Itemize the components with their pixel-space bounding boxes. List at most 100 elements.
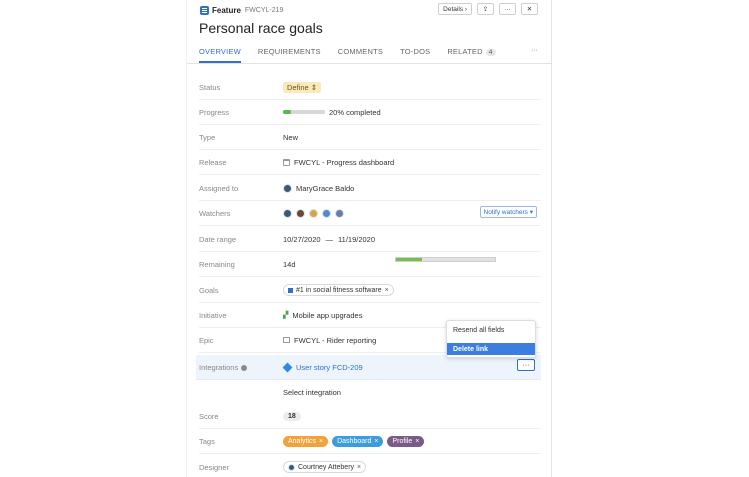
notify-watchers-button[interactable]: Notify watchers ▾ [479, 206, 537, 218]
field-release: Release FWCYL - Progress dashboard [199, 150, 541, 175]
close-icon: ✕ [526, 6, 533, 13]
ellipsis-icon: ··· [504, 5, 511, 13]
feature-icon [200, 5, 209, 15]
remaining-value: 14d [283, 259, 296, 269]
tab-label: TO-DOS [400, 47, 431, 56]
gear-icon[interactable] [241, 365, 248, 371]
avatar [283, 208, 292, 218]
integration-more-button[interactable]: ··· [517, 359, 535, 371]
avatar [296, 208, 305, 218]
date-separator: — [325, 234, 334, 244]
tag-chip[interactable]: Profile × [387, 435, 425, 447]
field-tags: Tags Analytics × Dashboard × Profile × [199, 429, 541, 454]
field-watchers: Watchers Notify watchers ▾ [199, 201, 541, 226]
progress-bar[interactable] [283, 110, 325, 114]
avatar [288, 463, 295, 471]
remove-tag-icon[interactable]: × [374, 438, 378, 445]
record-reference[interactable]: FWCYL-219 [245, 7, 284, 14]
start-date[interactable]: 10/27/2020 [283, 235, 321, 244]
field-designer: Designer Courtney Attebery × [199, 455, 541, 477]
type-value[interactable]: New [283, 130, 298, 144]
tag-chip[interactable]: Dashboard × [332, 435, 384, 447]
share-button[interactable]: ⇪ [477, 3, 494, 15]
release-value[interactable]: FWCYL - Progress dashboard [294, 158, 394, 167]
tab-label: REQUIREMENTS [257, 47, 321, 56]
avatar [309, 208, 318, 218]
header-actions: Details › ⇪ ··· ✕ [438, 3, 538, 15]
menu-item-resend-all-fields[interactable]: Resend all fields [447, 324, 535, 336]
field-label: Initiative [199, 311, 227, 320]
remove-designer-icon[interactable]: × [357, 464, 361, 471]
field-label: Release [199, 158, 227, 167]
tag-label: Analytics [288, 437, 317, 445]
tab-divider [187, 63, 551, 64]
field-select-integration: Select integration [199, 380, 541, 405]
progress-text: 20% completed [329, 107, 381, 117]
record-type-label: Feature [212, 5, 241, 15]
assignee-value[interactable]: MaryGrace Baldo [296, 184, 354, 193]
initiative-icon: ▞ [283, 312, 289, 319]
remove-tag-icon[interactable]: × [415, 438, 419, 445]
field-assigned-to: Assigned to MaryGrace Baldo [199, 176, 541, 201]
field-label: Integrations [199, 363, 248, 372]
more-button[interactable]: ··· [499, 3, 516, 15]
field-remaining: Remaining 14d [199, 252, 541, 277]
field-label: Epic [199, 336, 214, 345]
score-value[interactable]: 18 [283, 411, 301, 421]
goal-chip-label: #1 in social fitness software [296, 286, 382, 294]
share-icon: ⇪ [482, 6, 489, 13]
field-label: Type [199, 133, 216, 142]
page-title[interactable]: Personal race goals [199, 20, 323, 36]
calendar-icon [283, 158, 290, 166]
end-date[interactable]: 11/19/2020 [338, 235, 375, 244]
tabs-more-button[interactable]: ··· [531, 47, 538, 54]
field-label: Progress [199, 108, 230, 117]
field-date-range: Date range 10/27/2020 — 11/19/2020 [199, 227, 541, 252]
menu-item-delete-link[interactable]: Delete link [447, 343, 535, 355]
remaining-bar [395, 257, 496, 262]
field-score: Score 18 [199, 404, 541, 429]
tab-label: OVERVIEW [199, 47, 241, 56]
field-progress: Progress 20% completed [199, 100, 541, 125]
tag-label: Dashboard [337, 437, 372, 445]
tab-overview[interactable]: OVERVIEW [199, 45, 241, 63]
field-integrations: Integrations User story FCD-209 ··· [196, 355, 541, 380]
field-label: Score [199, 412, 219, 421]
details-button[interactable]: Details › [438, 3, 472, 15]
integration-context-menu: Resend all fields Delete link [446, 320, 536, 358]
remove-tag-icon[interactable]: × [319, 438, 323, 445]
select-integration-input[interactable]: Select integration [283, 385, 341, 399]
field-label: Watchers [199, 209, 231, 218]
field-status: Status Define ⇕ [199, 75, 541, 100]
goal-chip[interactable]: #1 in social fitness software × [283, 284, 394, 296]
field-label: Status [199, 83, 221, 92]
field-label: Designer [199, 463, 230, 472]
remaining-bar-fill [396, 258, 422, 261]
tag-chip[interactable]: Analytics × [283, 435, 329, 447]
tab-comments[interactable]: COMMENTS [338, 45, 383, 63]
remove-goal-icon[interactable]: × [385, 287, 389, 294]
close-button[interactable]: ✕ [521, 3, 538, 15]
initiative-value[interactable]: Mobile app upgrades [292, 311, 362, 320]
field-label: Tags [199, 437, 215, 446]
integrations-label: Integrations [199, 363, 239, 372]
tag-label: Profile [392, 437, 413, 445]
status-select[interactable]: Define ⇕ [283, 81, 322, 93]
designer-chip[interactable]: Courtney Attebery × [283, 461, 367, 473]
user-story-icon [282, 362, 293, 372]
field-label: Goals [199, 286, 219, 295]
field-label: Remaining [199, 260, 235, 269]
tab-label: COMMENTS [337, 47, 384, 56]
epic-value[interactable]: FWCYL - Rider reporting [294, 336, 376, 345]
watcher-avatars[interactable] [283, 206, 344, 220]
record-header-bar: Feature FWCYL-219 Details › ⇪ ··· ✕ [200, 3, 540, 17]
field-type: Type New [199, 125, 541, 150]
avatar [283, 183, 292, 193]
integration-link[interactable]: User story FCD-209 [296, 363, 363, 372]
field-label: Assigned to [199, 184, 239, 193]
tab-related[interactable]: RELATED 4 [447, 45, 496, 63]
tab-requirements[interactable]: REQUIREMENTS [258, 45, 321, 63]
progress-bar-fill [283, 110, 292, 114]
avatar [335, 208, 344, 218]
tab-todos[interactable]: TO-DOS [400, 45, 430, 63]
